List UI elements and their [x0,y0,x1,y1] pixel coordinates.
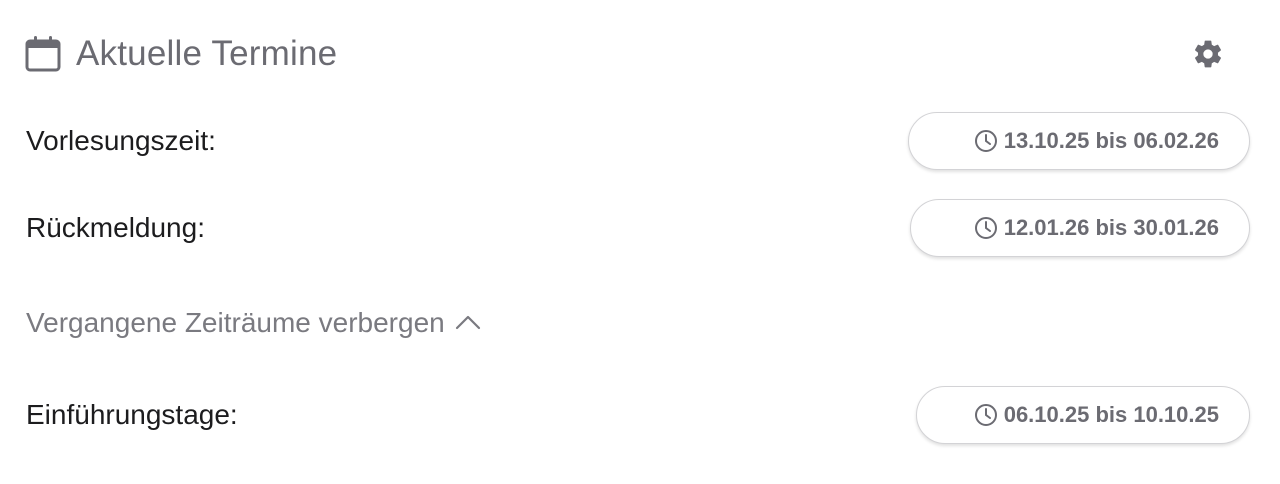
date-range-pill[interactable]: 13.10.25 bis 06.02.26 [908,112,1250,170]
gear-icon [1192,38,1224,70]
date-row-re-registration: Rückmeldung: 12.01.26 bis 30.01.26 [26,198,1250,258]
card-header: Aktuelle Termine [24,30,337,78]
calendar-icon [24,35,62,73]
date-row-lecture-period: Vorlesungszeit: 13.10.25 bis 06.02.26 [26,111,1250,171]
chevron-up-icon [455,313,481,333]
appointments-card: Aktuelle Termine Vorlesungszeit: 13.10.2… [0,0,1280,484]
row-label: Rückmeldung: [26,212,205,243]
row-label: Vorlesungszeit: [26,125,216,156]
card-title: Aktuelle Termine [76,34,338,73]
row-label: Einführungstage: [26,399,238,430]
clock-icon [974,216,998,240]
clock-icon [974,403,998,427]
clock-icon [974,129,998,153]
date-range-pill[interactable]: 06.10.25 bis 10.10.25 [916,386,1250,444]
toggle-label: Vergangene Zeiträume verbergen [26,307,445,338]
settings-button[interactable] [1192,38,1224,70]
date-range-pill[interactable]: 12.01.26 bis 30.01.26 [910,199,1250,257]
hide-past-periods-toggle[interactable]: Vergangene Zeiträume verbergen [26,300,481,346]
date-range-text: 12.01.26 bis 30.01.26 [1003,215,1219,240]
date-range-text: 13.10.25 bis 06.02.26 [1003,128,1219,153]
date-row-orientation-days: Einführungstage: 06.10.25 bis 10.10.25 [26,385,1250,445]
date-range-text: 06.10.25 bis 10.10.25 [1003,402,1219,427]
